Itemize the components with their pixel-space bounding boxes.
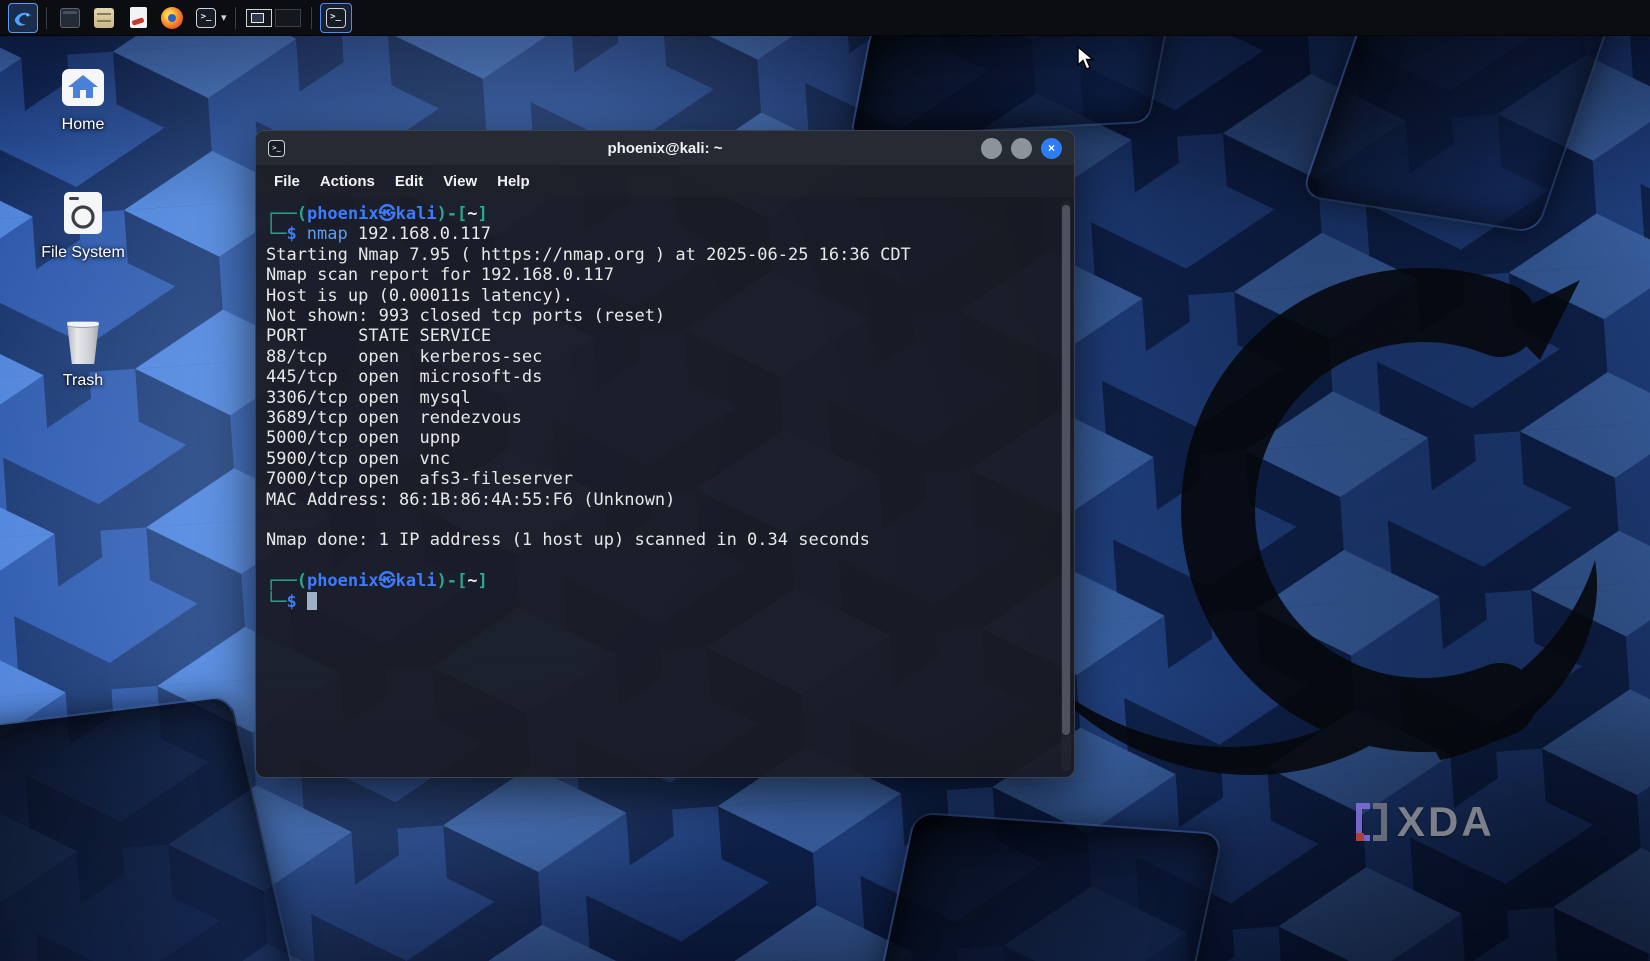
prompt-frame: )-[ [437,571,468,591]
terminal-scrollbar[interactable] [1061,201,1071,771]
prompt-user: phoenix [307,571,379,591]
terminal-output-line [266,510,1050,530]
panel-separator [46,7,47,29]
kali-dragon-silhouette [1020,250,1620,810]
mouse-cursor [1076,46,1098,72]
terminal-output-line: 3689/tcp open rendezvous [266,408,1050,428]
prompt-dollar: $ [286,592,296,612]
menu-edit[interactable]: Edit [395,173,423,190]
xda-bracket-icon [1356,803,1370,841]
prompt-user: phoenix [307,204,379,224]
terminal-icon: >_ [196,8,216,28]
firefox-icon [161,7,183,29]
terminal-content[interactable]: ┌──(phoenix㉿kali)-[~] └─$nmap 192.168.0.… [256,197,1074,777]
file-manager-button[interactable] [89,3,119,33]
prompt-path: ~ [467,204,477,224]
menu-file[interactable]: File [274,173,300,190]
terminal-cursor [307,592,317,610]
prompt-frame: ] [478,204,488,224]
menu-view[interactable]: View [443,173,477,190]
prompt-frame: )-[ [437,204,468,224]
prompt-frame: └─ [266,592,286,612]
terminal-output-line: 445/tcp open microsoft-ds [266,367,1050,387]
top-panel: >_ ▾ >_ [0,0,1650,36]
terminal-output-line: Nmap scan report for 192.168.0.117 [266,265,1050,285]
trash-rim [65,320,101,328]
file-system-icon [61,190,105,236]
window-title: phoenix@kali: ~ [256,140,1074,157]
prompt-host: kali [396,571,437,591]
terminal-icon: >_ [268,140,285,157]
trash-icon [63,320,103,364]
terminal-output-line: Host is up (0.00011s latency). [266,286,1050,306]
desktop-icon-label: Home [62,116,105,134]
xda-watermark-text: XDA [1397,798,1495,846]
desktop-icon-home[interactable]: Home [23,66,143,134]
workspace-2-button[interactable] [275,9,301,27]
command-name: nmap [307,224,348,244]
minimize-button[interactable] [981,138,1002,159]
panel-separator [235,7,236,29]
kali-menu-button[interactable] [8,3,38,33]
terminal-output-line: 5900/tcp open vnc [266,449,1050,469]
terminal-output-line: Nmap done: 1 IP address (1 host up) scan… [266,530,1050,550]
prompt-frame: ] [478,571,488,591]
home-icon [60,66,106,108]
terminal-output-line: 7000/tcp open afs3-fileserver [266,469,1050,489]
prompt-host: kali [396,204,437,224]
desktop-icon-trash[interactable]: Trash [23,320,143,390]
workspace-1-button[interactable] [246,9,272,27]
terminal-window: >_ phoenix@kali: ~ × File Actions Edit V… [255,130,1075,778]
prompt-dollar: $ [286,224,296,244]
maximize-button[interactable] [1011,138,1032,159]
prompt-frame: └─ [266,224,286,244]
text-editor-button[interactable] [123,3,153,33]
text-editor-icon [130,7,147,28]
prompt-at-symbol: ㉿ [379,204,396,224]
window-controls: × [981,138,1062,159]
panel-separator [311,7,312,29]
prompt-line: ┌──(phoenix㉿kali)-[~] [266,204,1050,224]
desktop-icon-file-system[interactable]: File System [23,190,143,262]
desktop-icon-label: File System [41,244,125,262]
terminal-output-line: Starting Nmap 7.95 ( https://nmap.org ) … [266,245,1050,265]
kali-logo-icon [12,7,34,29]
terminal-launcher-button[interactable]: >_ [191,3,221,33]
terminal-output-line: 5000/tcp open upnp [266,428,1050,448]
scrollbar-thumb[interactable] [1062,205,1070,735]
glass-cube-decoration [866,812,1224,961]
terminal-output-line: 88/tcp open kerberos-sec [266,347,1050,367]
command-line: └─$ nmap 192.168.0.117 [266,224,1050,244]
terminal-output-line: MAC Address: 86:1B:86:4A:55:F6 (Unknown) [266,490,1050,510]
command-args: 192.168.0.117 [348,224,491,244]
input-line[interactable]: └─$ [266,592,1050,612]
terminal-output-line: Not shown: 993 closed tcp ports (reset) [266,306,1050,326]
workspace-switcher [246,9,301,27]
prompt-frame: ┌──( [266,204,307,224]
menu-help[interactable]: Help [497,173,530,190]
window-icon [60,8,80,28]
prompt-frame: ┌──( [266,571,307,591]
terminal-output-line: PORT STATE SERVICE [266,326,1050,346]
terminal-output-line: 3306/tcp open mysql [266,388,1050,408]
terminal-titlebar[interactable]: >_ phoenix@kali: ~ × [256,131,1074,165]
terminal-task-icon: >_ [326,8,346,28]
terminal-menubar: File Actions Edit View Help [256,165,1074,197]
file-manager-icon [94,8,114,28]
terminal-task-button[interactable]: >_ [320,3,352,33]
close-button[interactable]: × [1041,138,1062,159]
window-button[interactable] [55,3,85,33]
desktop-icon-label: Trash [63,372,103,390]
xda-bracket-icon [1373,803,1387,841]
firefox-button[interactable] [157,3,187,33]
chevron-down-icon[interactable]: ▾ [221,11,227,24]
menu-actions[interactable]: Actions [320,173,375,190]
xda-watermark: XDA [1356,798,1495,846]
prompt-path: ~ [467,571,477,591]
prompt-line: ┌──(phoenix㉿kali)-[~] [266,571,1050,591]
prompt-at-symbol: ㉿ [379,571,396,591]
